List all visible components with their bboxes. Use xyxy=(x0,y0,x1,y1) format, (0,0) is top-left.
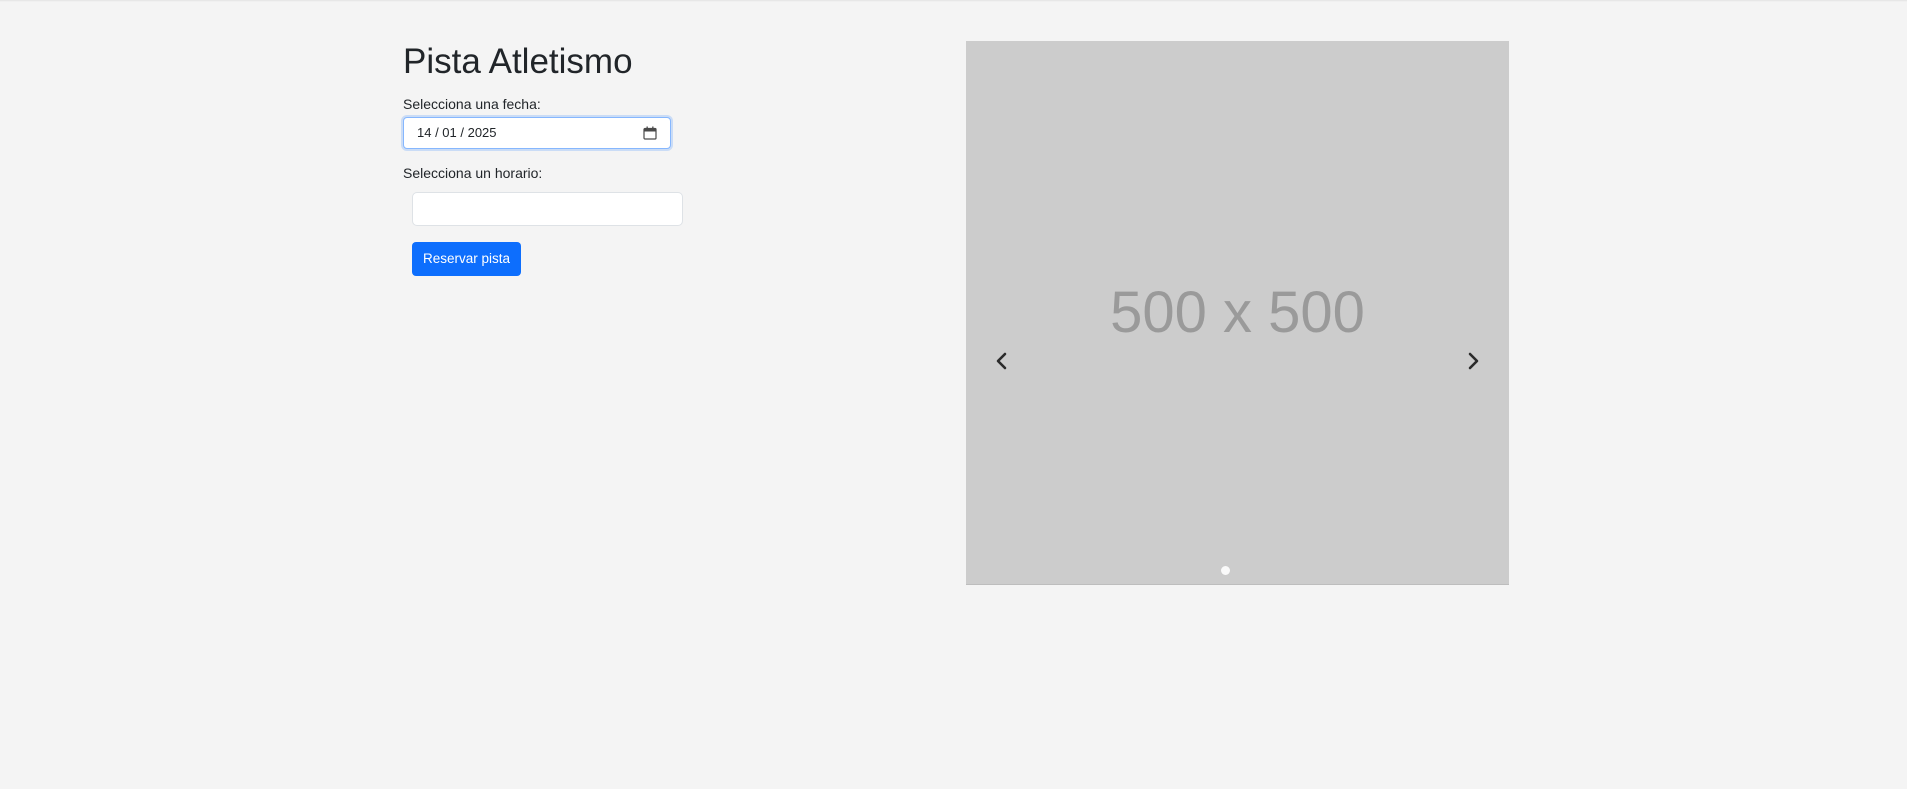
date-label: Selecciona una fecha: xyxy=(403,96,541,112)
top-edge-shadow xyxy=(0,0,1907,2)
carousel-next-button[interactable] xyxy=(1453,341,1493,381)
chevron-right-icon xyxy=(1468,352,1479,370)
time-select[interactable] xyxy=(412,192,683,226)
date-input[interactable]: 14 / 01 / 2025 xyxy=(403,117,671,149)
chevron-left-icon xyxy=(996,352,1007,370)
carousel-indicator[interactable] xyxy=(1221,566,1230,575)
image-carousel: 500 x 500 xyxy=(966,41,1509,585)
page-title: Pista Atletismo xyxy=(403,42,633,81)
carousel-prev-button[interactable] xyxy=(982,341,1022,381)
time-label: Selecciona un horario: xyxy=(403,165,543,181)
reserve-button[interactable]: Reservar pista xyxy=(412,242,522,276)
placeholder-image-text: 500 x 500 xyxy=(1110,280,1365,345)
date-value: 14 / 01 / 2025 xyxy=(417,125,497,140)
booking-form: Pista Atletismo Selecciona una fecha: 14… xyxy=(403,38,703,276)
calendar-icon[interactable] xyxy=(643,126,657,140)
